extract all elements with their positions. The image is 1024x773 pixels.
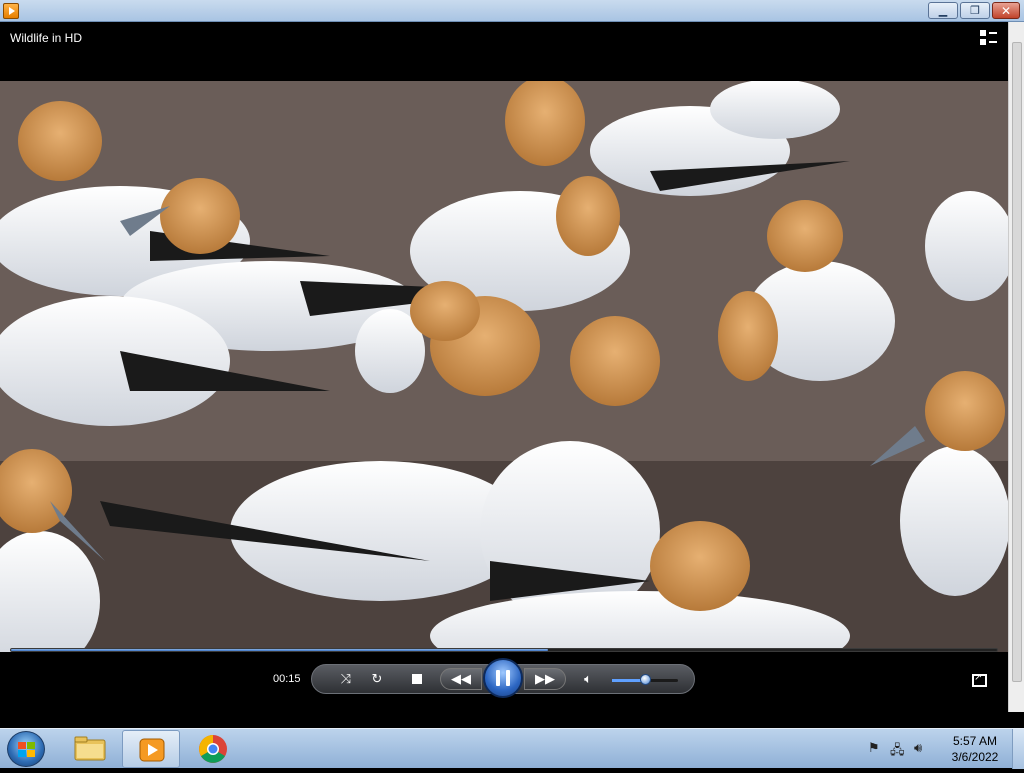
previous-button[interactable]: ◀◀: [440, 668, 482, 690]
window-titlebar[interactable]: ▁ ❐ ✕: [0, 0, 1024, 22]
close-button[interactable]: ✕: [992, 2, 1020, 19]
pause-button[interactable]: [483, 658, 523, 698]
pause-icon: [496, 670, 510, 686]
video-scene: [0, 81, 1008, 652]
video-title: Wildlife in HD: [10, 31, 83, 45]
minimize-button[interactable]: ▁: [928, 2, 958, 19]
windows-logo-icon: [18, 742, 36, 758]
fullscreen-icon[interactable]: [972, 672, 987, 687]
taskbar-clock[interactable]: 5:57 AM 3/6/2022: [940, 733, 1010, 765]
volume-slider-thumb[interactable]: [640, 674, 651, 685]
media-player-icon: [139, 738, 165, 762]
taskbar-windows-media-player[interactable]: [122, 730, 180, 768]
restore-button[interactable]: ❐: [960, 2, 990, 19]
shuffle-button[interactable]: ⤨: [336, 668, 356, 690]
speaker-icon: 🔈︎: [584, 671, 592, 687]
seek-bar[interactable]: [10, 648, 998, 652]
switch-to-library-icon[interactable]: [980, 30, 998, 46]
volume-tray-icon[interactable]: 🔊︎: [914, 741, 922, 756]
taskbar-chrome[interactable]: [184, 730, 242, 768]
show-desktop-button[interactable]: [1012, 729, 1024, 769]
video-frame-gannets[interactable]: [0, 81, 1008, 652]
media-player-window: Wildlife in HD: [0, 22, 1024, 712]
folder-icon: [74, 736, 106, 761]
mute-button[interactable]: 🔈︎: [578, 668, 598, 690]
stop-button[interactable]: [407, 668, 427, 690]
clock-time: 5:57 AM: [952, 734, 998, 748]
clock-date: 3/6/2022: [951, 750, 999, 764]
seek-progress: [11, 649, 549, 651]
chrome-icon: [199, 735, 227, 763]
elapsed-time: 00:15: [273, 673, 301, 685]
minimize-icon: ▁: [938, 4, 948, 17]
stop-icon: [412, 674, 422, 684]
fast-forward-icon: ▶▶: [535, 671, 555, 687]
start-button[interactable]: [7, 731, 45, 767]
window-scrollbar[interactable]: [1008, 22, 1024, 712]
restore-icon: ❐: [970, 4, 980, 17]
window-controls: ▁ ❐ ✕: [928, 2, 1020, 19]
repeat-button[interactable]: ↻: [367, 668, 387, 690]
media-player-app-icon[interactable]: [3, 3, 19, 19]
network-icon[interactable]: 🖧︎: [890, 741, 905, 763]
shuffle-icon: ⤨: [340, 671, 352, 687]
next-button[interactable]: ▶▶: [524, 668, 566, 690]
action-center-icon[interactable]: ⚑: [868, 741, 880, 756]
repeat-icon: ↻: [371, 671, 383, 687]
close-icon: ✕: [1000, 3, 1012, 18]
taskbar-file-explorer[interactable]: [60, 730, 118, 768]
taskbar: ⚑ 🖧︎ 🔊︎ 5:57 AM 3/6/2022: [0, 728, 1024, 769]
scrollbar-thumb[interactable]: [1012, 42, 1022, 682]
rewind-icon: ◀◀: [451, 671, 471, 687]
